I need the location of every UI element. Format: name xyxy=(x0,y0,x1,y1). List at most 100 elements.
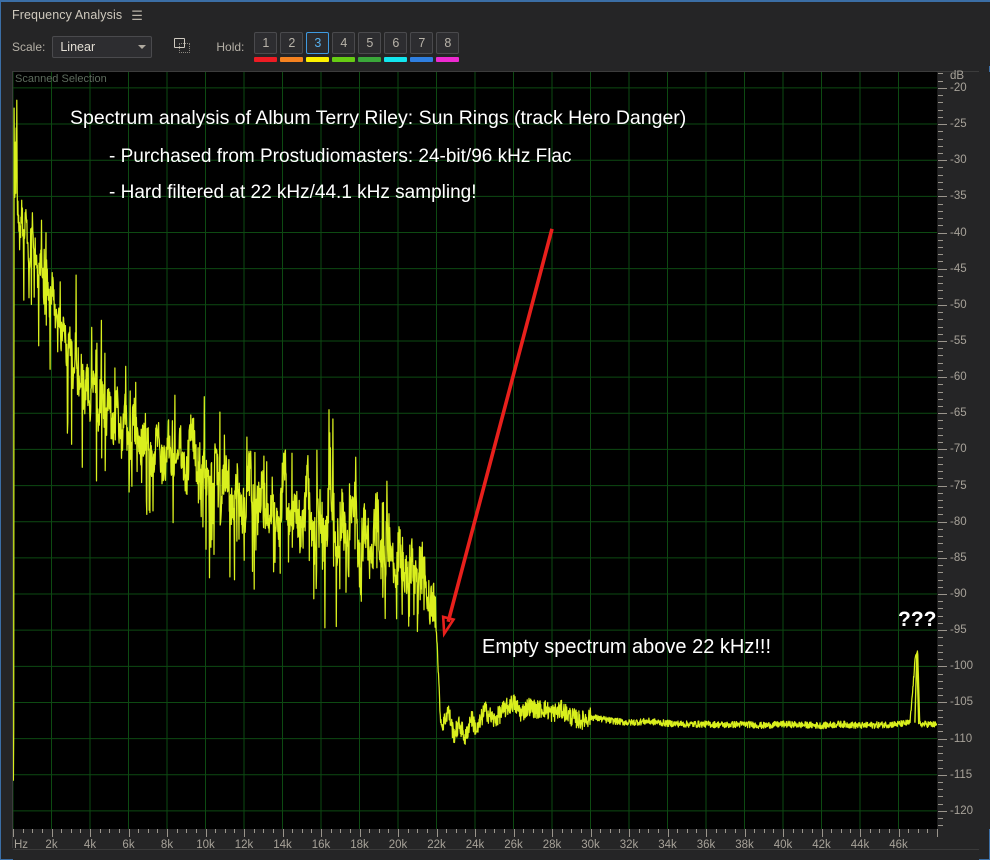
x-axis-tick xyxy=(167,829,168,837)
x-axis-tick xyxy=(426,829,428,833)
x-axis-tick xyxy=(763,829,765,833)
scale-select-value: Linear xyxy=(60,40,96,54)
x-axis-tick xyxy=(359,829,361,837)
x-axis-tick xyxy=(927,829,929,833)
hold-button-3[interactable]: 3 xyxy=(306,32,330,54)
x-axis-tick xyxy=(821,829,823,837)
hold-item-8: 8 xyxy=(436,32,460,62)
hold-button-7[interactable]: 7 xyxy=(410,32,434,54)
y-axis-tick xyxy=(938,449,947,451)
x-axis-tick xyxy=(734,829,736,833)
hold-color-swatch-4[interactable] xyxy=(332,57,356,62)
hold-button-1[interactable]: 1 xyxy=(254,32,278,54)
x-axis-tick xyxy=(552,829,553,837)
hold-color-swatch-2[interactable] xyxy=(280,57,304,62)
hold-button-2[interactable]: 2 xyxy=(280,32,304,54)
y-axis-tick xyxy=(938,427,943,429)
x-axis-tick xyxy=(677,829,679,833)
y-axis-tick xyxy=(938,225,943,227)
hold-item-1: 1 xyxy=(254,32,278,62)
x-axis-tick xyxy=(13,829,14,837)
y-axis-tick xyxy=(938,471,943,473)
x-axis-tick xyxy=(272,829,274,833)
y-axis-tick xyxy=(938,594,947,596)
y-axis-tick xyxy=(938,622,943,624)
hold-button-8[interactable]: 8 xyxy=(436,32,460,54)
scale-select[interactable]: Linear xyxy=(52,36,153,58)
hamburger-icon[interactable]: ☰ xyxy=(131,9,143,22)
y-axis-tick xyxy=(938,514,943,516)
x-axis-tick xyxy=(349,829,351,833)
y-axis-tick xyxy=(938,73,943,75)
y-axis-tick xyxy=(938,796,943,798)
x-axis-tick xyxy=(455,829,457,833)
hold-color-swatch-3[interactable] xyxy=(306,57,330,62)
hold-button-6[interactable]: 6 xyxy=(384,32,408,54)
x-axis-tick xyxy=(609,829,611,833)
hold-color-swatch-1[interactable] xyxy=(254,57,278,62)
x-axis-tick xyxy=(908,829,910,833)
y-axis-tick xyxy=(938,572,943,574)
y-axis-tick xyxy=(938,304,947,306)
annotation-arrow xyxy=(441,228,554,638)
x-axis-tick xyxy=(523,829,525,833)
x-axis-tick xyxy=(484,829,486,833)
x-axis-tick xyxy=(128,829,130,837)
x-axis-tick xyxy=(176,829,178,833)
y-axis-tick xyxy=(938,565,943,567)
x-axis-tick xyxy=(90,829,91,837)
hold-color-swatch-5[interactable] xyxy=(358,57,382,62)
y-axis-label: -100 xyxy=(950,660,974,673)
hold-button-4[interactable]: 4 xyxy=(332,32,356,54)
x-axis-tick xyxy=(802,829,804,833)
y-axis-tick xyxy=(938,131,943,133)
x-axis-tick xyxy=(706,829,707,837)
x-axis-tick xyxy=(234,829,236,833)
spectrum-plot[interactable] xyxy=(13,72,937,829)
x-axis-tick xyxy=(282,829,284,837)
y-axis-tick xyxy=(938,203,943,205)
x-axis-tick xyxy=(446,829,448,833)
x-axis-tick xyxy=(513,829,515,837)
y-axis-tick xyxy=(938,319,943,321)
x-axis-tick xyxy=(600,829,602,833)
x-axis-tick xyxy=(811,829,813,833)
frequency-analysis-window: Frequency Analysis ☰ Scale: Linear Hold:… xyxy=(0,0,990,860)
y-axis-tick xyxy=(938,391,943,393)
x-axis-tick xyxy=(321,829,322,837)
y-axis-tick xyxy=(938,500,943,502)
x-axis-tick xyxy=(715,829,717,833)
window-title: Frequency Analysis xyxy=(12,8,123,22)
hold-color-swatch-6[interactable] xyxy=(384,57,408,62)
x-axis-tick xyxy=(898,829,900,837)
y-axis-tick xyxy=(938,753,943,755)
hold-color-swatch-8[interactable] xyxy=(436,57,460,62)
x-axis-tick xyxy=(561,829,563,833)
y-axis-tick xyxy=(938,406,943,408)
x-axis-tick xyxy=(378,829,380,833)
y-axis-label: -25 xyxy=(950,118,967,131)
y-axis-tick xyxy=(938,297,943,299)
y-axis-label: -85 xyxy=(950,551,967,564)
y-axis-tick xyxy=(938,456,943,458)
x-axis-tick xyxy=(783,829,784,837)
hold-color-swatch-7[interactable] xyxy=(410,57,434,62)
y-axis-tick xyxy=(938,333,943,335)
x-axis-tick xyxy=(494,829,496,833)
selection-marquee-icon[interactable] xyxy=(174,38,192,56)
hold-item-7: 7 xyxy=(410,32,434,62)
x-axis-tick xyxy=(648,829,650,833)
x-axis-tick xyxy=(51,829,53,837)
y-axis-tick xyxy=(938,492,943,494)
y-axis-tick xyxy=(938,760,943,762)
y-axis-tick xyxy=(938,673,943,675)
x-axis-tick xyxy=(407,829,409,833)
y-axis-tick xyxy=(938,246,943,248)
hold-button-5[interactable]: 5 xyxy=(358,32,382,54)
x-axis-tick xyxy=(850,829,852,833)
x-axis-tick xyxy=(388,829,390,833)
x-axis-tick xyxy=(253,829,255,833)
y-axis-tick xyxy=(938,348,943,350)
hold-item-2: 2 xyxy=(280,32,304,62)
x-axis-tick xyxy=(629,829,630,837)
